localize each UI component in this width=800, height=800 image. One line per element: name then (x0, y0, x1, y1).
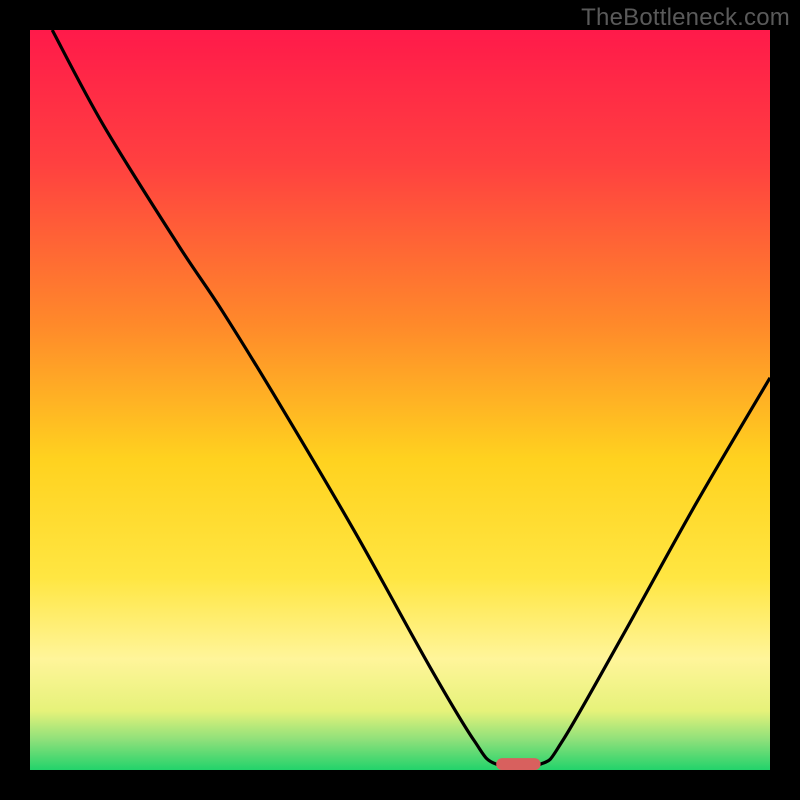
chart-svg (30, 30, 770, 770)
gradient-background (30, 30, 770, 770)
chart-container: TheBottleneck.com (0, 0, 800, 800)
plot-area (30, 30, 770, 770)
optimal-marker (496, 758, 540, 770)
watermark-text: TheBottleneck.com (581, 4, 790, 32)
